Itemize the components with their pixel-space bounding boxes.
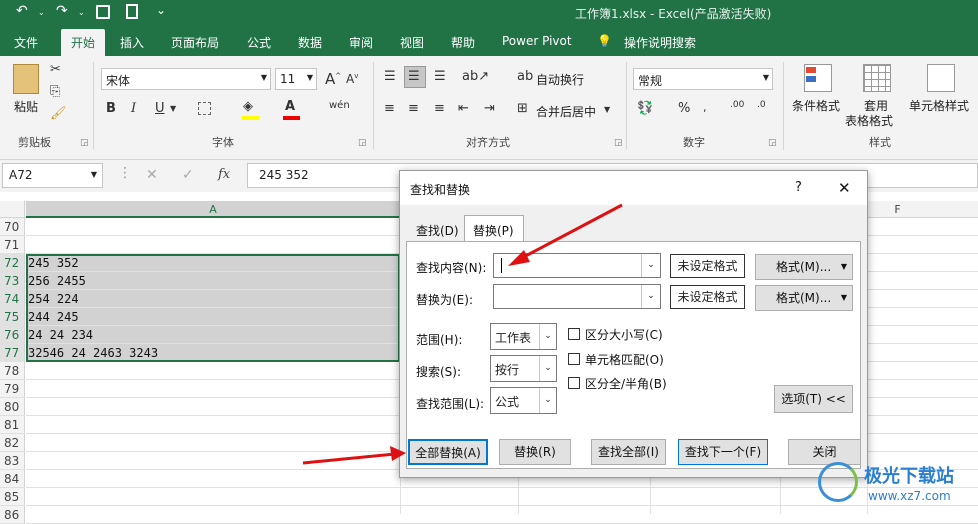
annotation-arrowhead-find: [508, 250, 530, 266]
annotation-arrowhead-replace-all: [390, 446, 406, 461]
annotation-overlay: [302, 203, 623, 465]
watermark-text: 极光下载站: [864, 466, 954, 487]
watermark-url: www.xz7.com: [868, 489, 951, 503]
annotation-arrow-replace-all: [302, 452, 396, 465]
watermark-logo-icon: [818, 462, 858, 502]
annotation-arrow-find: [517, 203, 623, 262]
